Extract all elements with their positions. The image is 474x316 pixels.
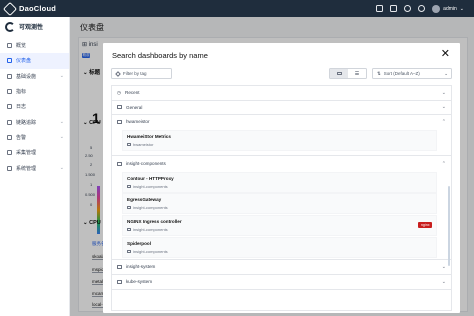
folder-icon [127, 143, 131, 146]
view-toggle: ☰ [329, 68, 367, 79]
folder-icon [127, 250, 131, 253]
dashboard-item[interactable]: EgressGateway insight-components [122, 193, 437, 214]
app-header: 可观测性 [0, 17, 69, 36]
grid-icon [7, 43, 12, 49]
server-icon [7, 73, 12, 79]
document-icon[interactable] [390, 5, 398, 12]
brand-name: DaoCloud [19, 4, 57, 13]
daocloud-logo-icon [2, 1, 18, 16]
search-dashboards-modal: Search dashboards by name ✕ Filter by ta… [103, 43, 460, 313]
sidebar-item-system[interactable]: 系统管理 ⌄ [0, 160, 69, 175]
bell-icon[interactable] [404, 5, 412, 12]
sidebar-item-alerts[interactable]: 告警 ⌄ [0, 130, 69, 145]
folder-insight-components[interactable]: insight-components ⌃ Contour - HTTPProxy … [112, 157, 451, 260]
log-icon [7, 104, 12, 110]
sidebar: 可观测性 概览 仪表盘 基础设施 ⌄ 指标 日志 链路追踪 ⌄ 告警 ⌄ 采集管理 系… [0, 17, 70, 316]
app-title: 可观测性 [19, 25, 44, 31]
folder-open-icon [117, 161, 122, 166]
folder-icon [127, 228, 131, 231]
user-menu[interactable]: admin ⌄ [432, 4, 464, 13]
trace-icon [7, 119, 12, 125]
avatar [432, 4, 441, 13]
dashboard-icon [7, 58, 12, 64]
sidebar-item-metrics[interactable]: 指标 [0, 84, 69, 99]
chevron-down-icon: ⌄ [441, 278, 446, 285]
chevron-down-icon: ⌄ [59, 134, 64, 141]
chevron-up-icon: ⌃ [441, 118, 446, 125]
settings-icon [7, 165, 12, 171]
dashboard-item[interactable]: Contour - HTTPProxy insight-components [122, 172, 437, 193]
modal-title: Search dashboards by name [112, 51, 208, 60]
bell-icon [7, 134, 12, 140]
folder-open-icon [117, 119, 122, 124]
chevron-down-icon: ⌄ [441, 104, 446, 111]
sidebar-nav: 概览 仪表盘 基础设施 ⌄ 指标 日志 链路追踪 ⌄ 告警 ⌄ 采集管理 系统管理 ⌄ [0, 38, 69, 176]
chevron-down-icon: ⌄ [59, 165, 64, 172]
chevron-down-icon: ⌄ [59, 73, 64, 80]
folder-icon [117, 105, 122, 110]
chevron-down-icon: ⌄ [441, 89, 446, 96]
globe-icon[interactable] [418, 5, 426, 12]
chevron-down-icon: ⌄ [459, 5, 464, 12]
top-bar: DaoCloud admin ⌄ [0, 0, 474, 17]
list-icon: ☰ [354, 70, 360, 77]
sidebar-item-infrastructure[interactable]: 基础设施 ⌄ [0, 69, 69, 84]
sidebar-item-dashboard[interactable]: 仪表盘 [0, 53, 69, 69]
folder-icon [117, 264, 122, 269]
tag-icon [115, 70, 121, 77]
sidebar-item-overview[interactable]: 概览 [0, 38, 69, 53]
collect-icon [7, 150, 12, 156]
chevron-down-icon: ⌄ [59, 119, 64, 126]
sidebar-item-tracing[interactable]: 链路追踪 ⌄ [0, 114, 69, 129]
close-icon[interactable]: ✕ [441, 49, 450, 60]
folder-kube-system[interactable]: kube-system ⌄ [112, 275, 451, 290]
folder-recent[interactable]: ◷ Recent ⌄ [112, 86, 451, 101]
folder-hwameistor[interactable]: hwameistor ⌃ HwameiStor Metrics hwameisto… [112, 115, 451, 156]
sort-icon: ⇅ [377, 70, 381, 76]
folder-icon [117, 279, 122, 284]
sort-select[interactable]: ⇅ Sort (Default A–Z) ⌄ [372, 68, 452, 79]
folder-icon [127, 185, 131, 188]
list-view-button[interactable]: ☰ [348, 69, 366, 78]
folder-general[interactable]: General ⌄ [112, 101, 451, 115]
metrics-icon [7, 89, 12, 95]
folder-view-button[interactable] [330, 69, 348, 78]
message-icon[interactable] [376, 5, 384, 12]
dashboard-item[interactable]: NGINX Ingress controller insight-compone… [122, 215, 437, 236]
tag-filter-select[interactable]: Filter by tag [111, 68, 172, 79]
chevron-down-icon: ⌄ [441, 263, 446, 270]
dashboard-item[interactable]: Spiderpool insight-components [122, 237, 437, 258]
scrollbar[interactable] [448, 186, 450, 266]
chevron-down-icon: ⌄ [444, 70, 448, 76]
dashboard-list: ◷ Recent ⌄ General ⌄ hwameistor ⌃ HwameiStor… [111, 85, 452, 311]
chevron-up-icon: ⌃ [441, 160, 446, 167]
username: admin [443, 5, 457, 12]
dashboard-item[interactable]: HwameiStor Metrics hwameistor [122, 130, 437, 151]
sidebar-item-logs[interactable]: 日志 [0, 99, 69, 114]
sidebar-item-collection[interactable]: 采集管理 [0, 145, 69, 160]
folder-icon [336, 71, 342, 76]
clock-icon: ◷ [117, 89, 122, 95]
tag-badge[interactable]: nginx [418, 222, 432, 228]
insight-app-icon [5, 21, 15, 32]
folder-icon [127, 206, 131, 209]
brand-logo[interactable]: DaoCloud [0, 1, 57, 16]
folder-insight-system[interactable]: insight-system ⌄ [112, 260, 451, 275]
